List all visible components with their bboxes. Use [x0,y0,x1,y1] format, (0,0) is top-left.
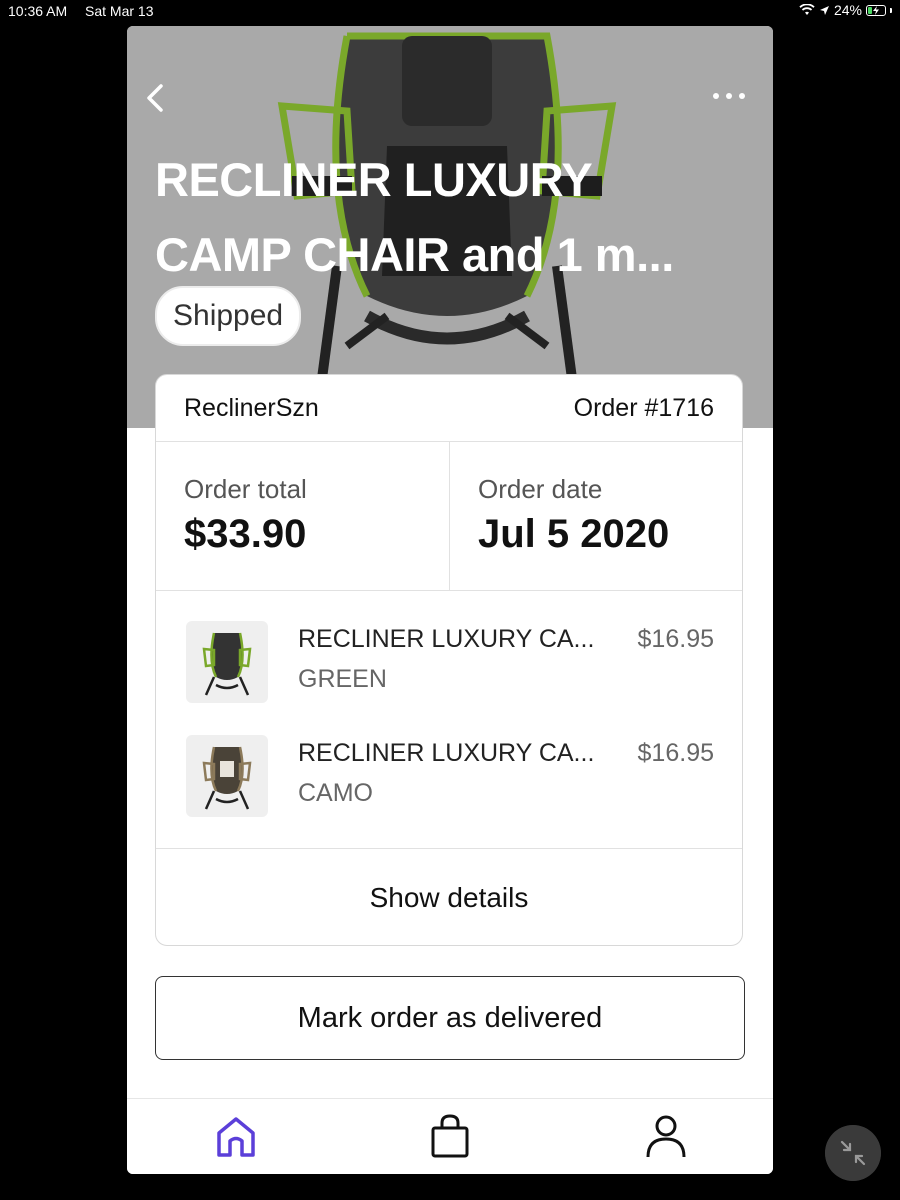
order-date-label: Order date [478,474,603,504]
store-name: ReclinerSzn [184,393,319,422]
order-total-label: Order total [184,474,307,504]
order-total-cell: Order total $33.90 [156,442,450,590]
back-chevron-icon[interactable] [141,80,169,116]
wifi-icon [799,4,815,15]
order-stats: Order total $33.90 Order date Jul 5 2020 [156,442,742,591]
status-badge: Shipped [155,286,302,346]
product-thumbnail [186,621,268,703]
more-options-icon[interactable] [711,88,747,104]
item-name: RECLINER LUXURY CA... [298,625,595,653]
status-time: 10:36 AM [8,3,68,19]
product-thumbnail [186,735,268,817]
order-card: ReclinerSzn Order #1716 Order total $33.… [155,374,743,946]
page-title-line-2: CAMP CHAIR and 1 m... [155,228,674,281]
order-date-value: Jul 5 2020 [478,512,670,556]
minimize-icon[interactable] [825,1125,881,1181]
battery-percent: 24% [833,2,862,18]
page-title: RECLINER LUXURY CAMP CHAIR and 1 m... [155,142,745,292]
battery-icon [866,4,886,16]
list-item: RECLINER LUXURY CA... GREEN $16.95 [156,621,742,705]
order-date-cell: Order date Jul 5 2020 [450,442,742,590]
item-price: $16.95 [637,625,714,653]
item-variant: CAMO [298,779,373,807]
page-title-line-1: RECLINER LUXURY [155,153,593,206]
item-price: $16.95 [637,739,714,767]
order-detail-screen: RECLINER LUXURY CAMP CHAIR and 1 m... Sh… [127,26,773,1174]
order-number: Order #1716 [573,393,714,422]
item-variant: GREEN [298,665,387,693]
order-total-value: $33.90 [184,512,307,556]
status-indicators: 24% [799,2,892,18]
order-card-header: ReclinerSzn Order #1716 [156,375,742,442]
shopping-bag-icon[interactable] [425,1111,475,1161]
bottom-tab-bar [127,1098,773,1174]
mark-delivered-button[interactable]: Mark order as delivered [155,976,745,1060]
item-name: RECLINER LUXURY CA... [298,739,595,767]
hero-banner: RECLINER LUXURY CAMP CHAIR and 1 m... Sh… [127,26,773,428]
list-item: RECLINER LUXURY CA... CAMO $16.95 [156,735,742,819]
location-icon [819,5,829,15]
show-details-button[interactable]: Show details [156,848,742,945]
home-icon[interactable] [211,1111,261,1161]
profile-icon[interactable] [641,1111,691,1161]
status-bar: 10:36 AM Sat Mar 13 24% [0,0,900,24]
status-date: Sat Mar 13 [85,3,154,19]
